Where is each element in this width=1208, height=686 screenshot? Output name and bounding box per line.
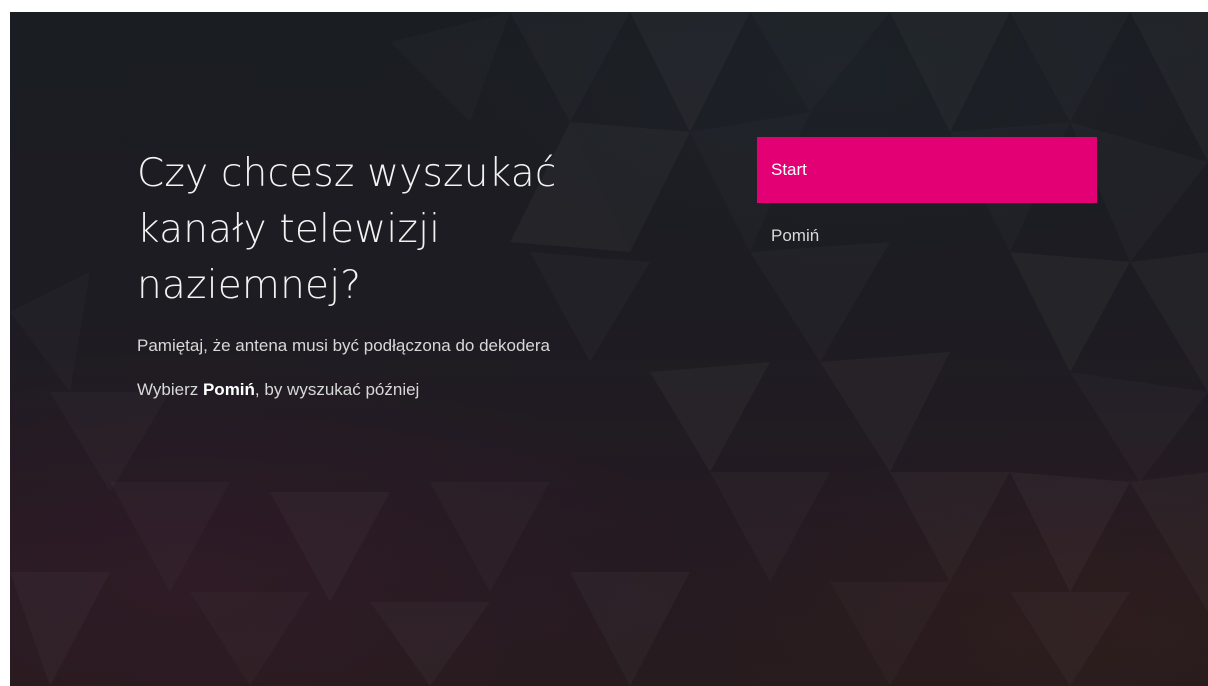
skip-button[interactable]: Pomiń: [757, 203, 1097, 269]
skip-hint-emphasis: Pomiń: [202, 380, 255, 399]
skip-hint-prefix: Wybierz: [137, 380, 203, 399]
antenna-hint: Pamiętaj, że antena musi być podłączona …: [137, 336, 550, 355]
skip-hint: Wybierz Pomiń, by wyszukać później: [137, 380, 419, 400]
tv-screen: Czy chcesz wyszukać kanały telewizji naz…: [10, 12, 1208, 686]
start-button[interactable]: Start: [757, 137, 1097, 203]
dialog-title: Czy chcesz wyszukać kanały telewizji naz…: [137, 151, 557, 308]
search-channels-dialog: Czy chcesz wyszukać kanały telewizji naz…: [10, 12, 1208, 686]
options-menu: Start Pomiń: [757, 137, 1097, 269]
skip-button-label: Pomiń: [771, 226, 820, 245]
skip-hint-suffix: , by wyszukać później: [254, 380, 420, 399]
start-button-label: Start: [771, 160, 807, 179]
